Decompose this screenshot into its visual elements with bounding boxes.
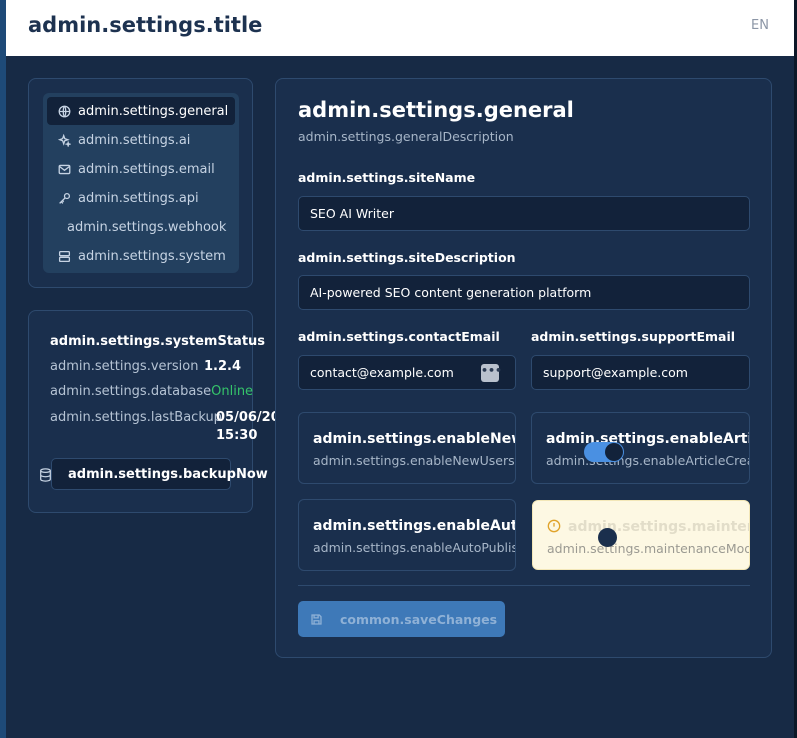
password-manager-icon[interactable]: ••• (481, 364, 502, 382)
toggle-title: admin.settings.enableAutoPublish (313, 518, 516, 534)
site-description-input[interactable] (298, 275, 750, 310)
backup-now-button[interactable]: admin.settings.backupNow (51, 458, 268, 490)
toggle-enable-new-users[interactable]: admin.settings.enableNewUsers admin.sett… (298, 412, 516, 484)
maintenance-mode-switch[interactable] (598, 528, 617, 547)
database-label-text: admin.settings.database (50, 384, 212, 399)
toggle-maintenance-mode[interactable]: admin.settings.maintenanceMode admin.set… (532, 500, 750, 570)
sidebar-item-label: admin.settings.webhook (67, 219, 227, 235)
save-changes-button[interactable]: common.saveChanges (298, 601, 505, 637)
toggle-description: admin.settings.enableArticleCreationDesc… (546, 453, 749, 468)
toggle-title: admin.settings.enableArticleCreation (546, 431, 749, 447)
sidebar-item-system[interactable]: admin.settings.system (47, 242, 235, 270)
system-status-title: admin.settings.systemStatus (50, 334, 266, 349)
sidebar-item-label: admin.settings.general (78, 103, 229, 119)
settings-nav-list: admin.settings.general admin.settings.ai… (43, 93, 239, 273)
save-button-label: common.saveChanges (340, 611, 498, 627)
toggle-title: admin.settings.enableNewUsers (313, 431, 515, 447)
warning-icon (547, 519, 561, 533)
toggle-description: admin.settings.enableNewUsersDescription (313, 453, 515, 468)
left-accent-bar (0, 56, 6, 738)
general-settings-panel: admin.settings.general admin.settings.ge… (275, 78, 772, 658)
header: admin.settings.title EN (0, 0, 797, 56)
sidebar-item-ai[interactable]: admin.settings.ai (47, 126, 235, 154)
toggle-description: admin.settings.maintenanceModeDescriptio… (547, 541, 749, 556)
sidebar-item-label: admin.settings.email (78, 161, 215, 177)
site-name-label: admin.settings.siteName (298, 170, 476, 185)
globe-icon (57, 104, 71, 118)
sidebar-item-label: admin.settings.api (78, 190, 199, 206)
last-backup-label: admin.settings.lastBackup (50, 410, 222, 425)
version-label: admin.settings.version (50, 359, 199, 374)
last-backup-date: 05/06/20 (216, 410, 280, 425)
version-value: 1.2.4 (204, 359, 242, 374)
site-name-input[interactable] (298, 196, 750, 231)
toggle-description: admin.settings.enableAutoPublishDescript… (313, 540, 515, 555)
article-creation-switch[interactable] (584, 442, 624, 462)
section-title: admin.settings.general (298, 98, 574, 122)
sidebar-item-label: admin.settings.system (78, 248, 226, 264)
toggle-title: admin.settings.maintenanceMode (568, 519, 749, 535)
last-backup-time: 15:30 (216, 428, 258, 443)
toggle-enable-article-creation[interactable]: admin.settings.enableArticleCreation adm… (531, 412, 750, 484)
sidebar-item-label: admin.settings.ai (78, 132, 191, 148)
server-icon (57, 249, 71, 263)
mail-icon (57, 162, 71, 176)
sidebar-item-general[interactable]: admin.settings.general (47, 97, 235, 125)
divider (298, 585, 750, 586)
site-description-label: admin.settings.siteDescription (298, 250, 516, 265)
page-title: admin.settings.title (28, 13, 263, 37)
key-icon (57, 191, 71, 205)
section-description: admin.settings.generalDescription (298, 129, 514, 144)
support-email-label: admin.settings.supportEmail (531, 329, 736, 344)
contact-email-label: admin.settings.contactEmail (298, 329, 500, 344)
toggle-enable-auto-publish[interactable]: admin.settings.enableAutoPublish admin.s… (298, 499, 516, 571)
language-switcher[interactable]: EN (751, 18, 769, 33)
sparkles-icon (57, 133, 71, 147)
sidebar-item-api[interactable]: admin.settings.api (47, 184, 235, 212)
header-accent-stripe (0, 0, 6, 56)
save-icon (311, 613, 322, 625)
sidebar-item-email[interactable]: admin.settings.email (47, 155, 235, 183)
settings-nav: admin.settings.general admin.settings.ai… (28, 78, 253, 288)
switch-knob (605, 443, 623, 461)
system-status-card: admin.settings.systemStatus admin.settin… (28, 310, 280, 513)
sidebar-item-webhook[interactable]: admin.settings.webhook (47, 213, 235, 241)
database-status-badge: Online (211, 384, 254, 399)
database-label: admin.settings.databaseOnline (50, 384, 253, 399)
support-email-input[interactable] (531, 355, 750, 390)
